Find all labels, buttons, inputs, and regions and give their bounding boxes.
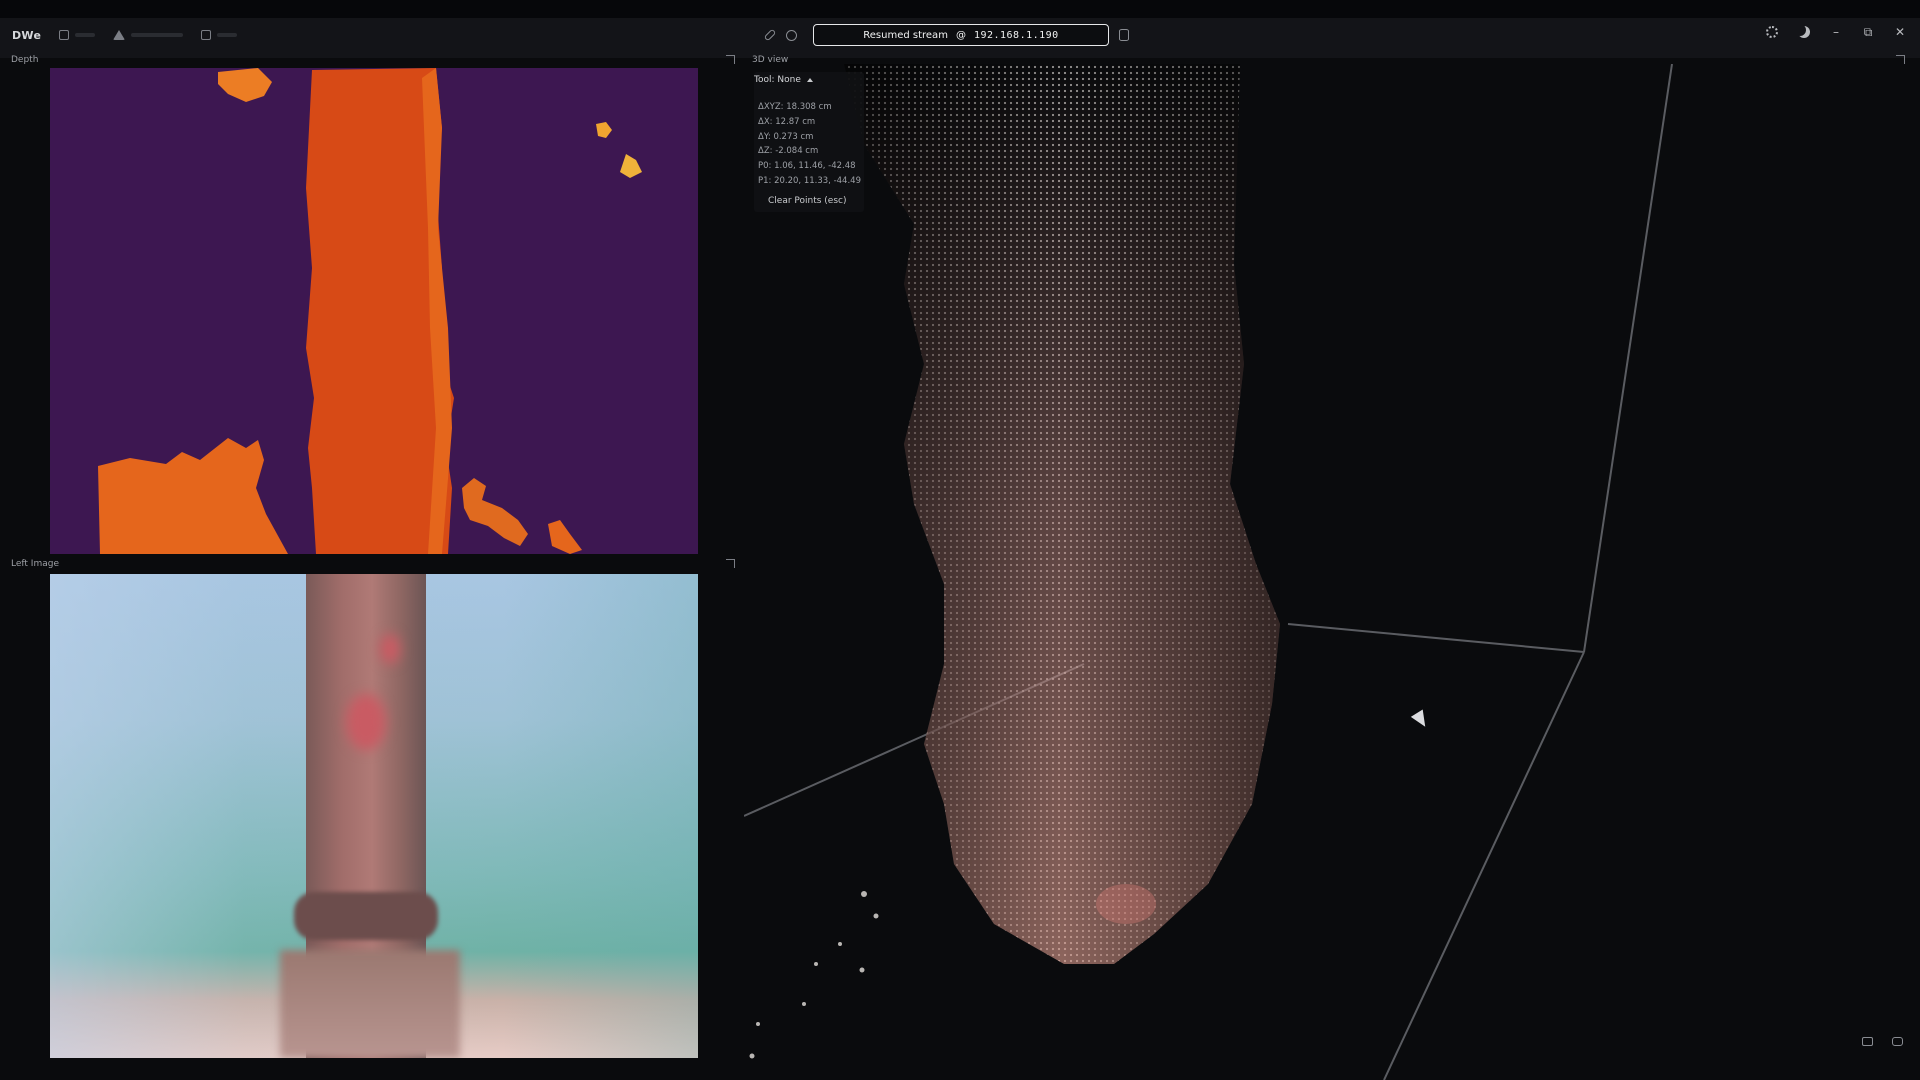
link-icon[interactable]: [763, 28, 777, 42]
measurement-delta-y: ΔY: 0.273 cm: [758, 132, 814, 142]
depth-lower-left-region: [98, 438, 288, 554]
chevron-up-icon: [806, 78, 813, 82]
left-camera-image[interactable]: [50, 574, 698, 1058]
mesh-toggle[interactable]: [113, 30, 184, 40]
layout-icon: [59, 30, 70, 40]
depth-top-blob: [218, 68, 272, 102]
stream-status-field[interactable]: Resumed stream @ 192.168.1.190: [813, 24, 1109, 46]
top-bar: DWe Resumed stream @ 192.168.1.190 – ⧉ ✕: [0, 0, 1920, 58]
moon-icon[interactable]: [1798, 26, 1810, 38]
database-icon[interactable]: [1119, 29, 1129, 41]
rust-spot: [346, 694, 386, 750]
tool-selector[interactable]: Tool: None: [754, 75, 813, 85]
pillar-collar: [294, 892, 438, 940]
record-toggle[interactable]: [201, 30, 238, 40]
depth-far-speck: [596, 122, 612, 138]
stream-controls: Resumed stream @ 192.168.1.190: [763, 24, 1129, 46]
depth-map-graphic: [98, 68, 642, 554]
depth-expand-icon[interactable]: [726, 55, 735, 64]
close-icon[interactable]: ✕: [1894, 26, 1906, 38]
stream-status-label: Resumed stream: [863, 29, 948, 41]
measurement-point-1: P1: 20.20, 11.33, -44.49: [758, 176, 861, 186]
layers-icon[interactable]: [1862, 1037, 1873, 1046]
top-bar-left: DWe: [12, 26, 238, 44]
stream-ip-prefix: @: [955, 29, 966, 41]
depth-debris: [462, 478, 528, 546]
rust-spot: [380, 634, 400, 664]
tool-title: Tool: None: [754, 75, 801, 85]
layout-toggle[interactable]: [59, 30, 96, 40]
depth-image[interactable]: [50, 68, 698, 554]
clear-points-button[interactable]: Clear Points (esc): [768, 196, 847, 206]
mesh-toggle-value: [131, 33, 184, 37]
record-toggle-value: [217, 33, 238, 37]
depth-panel-title: Depth: [11, 55, 42, 65]
left-image-panel-title: Left Image: [11, 559, 63, 569]
measurement-delta-xyz: ΔXYZ: 18.308 cm: [758, 102, 832, 112]
left-image-title: Left Image: [11, 559, 59, 569]
maximize-icon[interactable]: ⧉: [1862, 26, 1874, 38]
stream-ip: 192.168.1.190: [973, 29, 1059, 41]
settings-circle-icon[interactable]: [786, 29, 797, 41]
point-cloud-outliers: [749, 891, 879, 1059]
measurement-delta-x: ΔX: 12.87 cm: [758, 117, 816, 127]
depth-title: Depth: [11, 55, 39, 65]
minimize-icon[interactable]: –: [1830, 26, 1842, 38]
pillar-base: [280, 950, 460, 1058]
gear-icon[interactable]: [1766, 26, 1778, 38]
camera-icon[interactable]: [1892, 1037, 1903, 1046]
mesh-icon: [113, 30, 126, 40]
window-controls: – ⧉ ✕: [1766, 26, 1906, 38]
app-brand: DWe: [12, 28, 42, 42]
layout-toggle-value: [75, 33, 96, 37]
left-image-expand-icon[interactable]: [726, 559, 735, 568]
3d-view-expand-icon[interactable]: [1896, 55, 1905, 64]
measurement-delta-z: ΔZ: -2.084 cm: [758, 146, 819, 156]
point-cloud-view[interactable]: [744, 64, 1920, 1080]
measurement-panel: [754, 72, 864, 212]
point-cloud-graphic: [744, 64, 1673, 1080]
measurement-point-0: P0: 1.06, 11.46, -42.48: [758, 161, 856, 171]
record-icon: [201, 30, 212, 40]
